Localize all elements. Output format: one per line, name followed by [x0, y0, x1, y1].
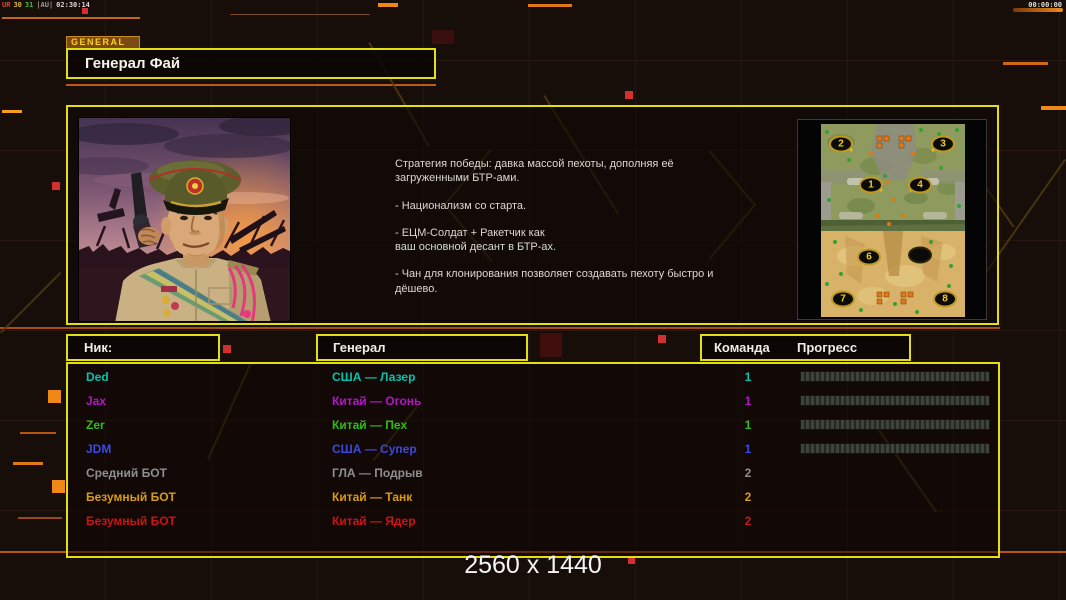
status-segment: 31	[24, 1, 34, 9]
player-nick: Zer	[86, 418, 105, 432]
decor-dash	[528, 4, 572, 7]
decor-red-square	[658, 335, 666, 343]
decor-red-square	[223, 345, 231, 353]
table-row: Безумный БОТ Китай — Танк 2	[68, 485, 998, 509]
player-team: 2	[744, 514, 752, 528]
decor-dash	[2, 110, 22, 113]
general-portrait-image	[79, 118, 290, 321]
decor-line	[13, 462, 43, 465]
status-segment: |AU|	[36, 1, 54, 9]
decor-diagonal	[0, 271, 62, 334]
match-timer: 00:00:00	[1028, 1, 1062, 9]
briefing-panel: Стратегия победы: давка массой пехоты, д…	[66, 105, 999, 325]
player-general: США — Лазер	[332, 370, 416, 384]
player-nick: Ded	[86, 370, 109, 384]
decor-line	[18, 517, 62, 519]
decor-orange-square	[48, 390, 61, 403]
player-general: ГЛА — Подрыв	[332, 466, 423, 480]
player-team: 2	[744, 466, 752, 480]
column-header-general-box: Генерал	[316, 334, 528, 361]
decor-dark-red-block	[540, 333, 562, 357]
table-row: Ded США — Лазер 1	[68, 365, 998, 389]
decor-line	[2, 17, 140, 19]
map-preview: 2 3 1 4 6 7 8	[797, 119, 987, 320]
decor-line	[20, 432, 56, 434]
decor-line	[0, 327, 1000, 329]
player-general: США — Супер	[332, 442, 417, 456]
map-start-marker: 7	[831, 290, 855, 308]
map-start-marker: 3	[931, 135, 955, 153]
table-row: Zer Китай — Пех 1	[68, 413, 998, 437]
map-start-marker-blank	[908, 246, 932, 264]
status-segment: 30	[13, 1, 22, 9]
decor-red-square	[52, 182, 60, 190]
decor-dash	[1003, 62, 1048, 65]
gentool-status-text: UR 30 31 |AU| 02:30:14	[2, 1, 93, 9]
map-start-marker: 1	[859, 176, 883, 194]
decor-line	[66, 84, 436, 86]
status-segment: 02:30:14	[56, 1, 90, 9]
player-general: Китай — Ядер	[332, 514, 416, 528]
player-general: Китай — Пех	[332, 418, 408, 432]
map-terrain-image	[821, 124, 965, 317]
column-header-nick-box: Ник:	[66, 334, 220, 361]
map-start-marker: 4	[908, 176, 932, 194]
decor-red-square	[625, 91, 633, 99]
player-team: 1	[744, 418, 752, 432]
map-start-marker: 6	[857, 248, 881, 266]
briefing-paragraph: - ЕЦМ-Солдат + Ракетчик как ваш основной…	[395, 226, 557, 254]
progress-bar	[800, 419, 990, 430]
column-header-nick: Ник:	[84, 340, 113, 355]
table-row: Безумный БОТ Китай — Ядер 2	[68, 509, 998, 533]
general-title-box: Генерал Фай	[66, 48, 436, 79]
map-terrain: 2 3 1 4 6 7 8	[821, 124, 965, 317]
column-header-team: Команда	[714, 340, 770, 355]
strategy-briefing: Стратегия победы: давка массой пехоты, д…	[395, 157, 725, 309]
player-team: 2	[744, 490, 752, 504]
table-row: JDM США — Супер 1	[68, 437, 998, 461]
player-list-panel: Ded США — Лазер 1 Jax Китай — Огонь 1 Ze…	[66, 362, 1000, 558]
general-portrait	[78, 117, 291, 322]
map-start-marker: 2	[829, 135, 853, 153]
player-nick: Jax	[86, 394, 107, 408]
player-nick: JDM	[86, 442, 112, 456]
table-row: Jax Китай — Огонь 1	[68, 389, 998, 413]
briefing-paragraph: Стратегия победы: давка массой пехоты, д…	[395, 158, 674, 185]
resolution-text: 2560 x 1440	[464, 551, 602, 579]
player-nick: Безумный БОТ	[86, 514, 176, 528]
column-header-progress: Прогресс	[797, 340, 858, 355]
progress-bar	[800, 395, 990, 406]
progress-bar	[800, 371, 990, 382]
player-nick: Средний БОТ	[86, 466, 167, 480]
page-title: Генерал Фай	[85, 55, 181, 72]
decor-dash	[378, 3, 398, 7]
column-header-team-progress-box: Команда Прогресс	[700, 334, 911, 361]
decor-line	[230, 14, 370, 15]
status-segment: UR	[2, 1, 11, 9]
decor-dark-red-block	[432, 30, 454, 44]
player-general: Китай — Огонь	[332, 394, 422, 408]
decor-dash	[1041, 106, 1066, 110]
map-start-marker: 8	[933, 290, 957, 308]
progress-bar	[800, 443, 990, 454]
briefing-paragraph: - Национализм со старта.	[395, 199, 527, 212]
briefing-paragraph: - Чан для клонирования позволяет создава…	[395, 268, 714, 295]
player-team: 1	[744, 442, 752, 456]
column-header-general: Генерал	[333, 340, 386, 355]
table-row: Средний БОТ ГЛА — Подрыв 2	[68, 461, 998, 485]
decor-orange-square	[52, 480, 65, 493]
player-nick: Безумный БОТ	[86, 490, 176, 504]
player-general: Китай — Танк	[332, 490, 413, 504]
player-team: 1	[744, 370, 752, 384]
player-team: 1	[744, 394, 752, 408]
